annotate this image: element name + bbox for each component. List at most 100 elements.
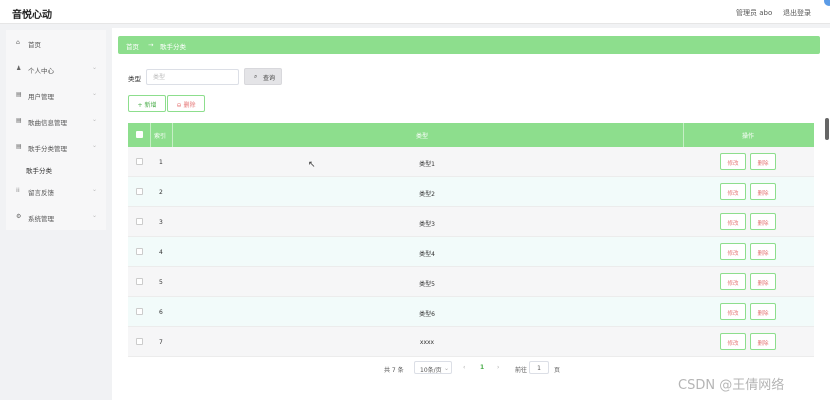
chevron-down-icon: ⌄ [92,212,98,219]
edit-button[interactable]: 修改 [720,183,746,200]
delete-button[interactable]: 删除 [750,303,776,320]
sidebar-subitem-singer-category[interactable]: 歌手分类 [26,165,52,175]
delete-button[interactable]: 删除 [750,333,776,350]
gear-icon: ⚙ [16,213,22,220]
delete-button-label: 删除 [757,221,769,227]
chevron-down-icon: ⌄ [92,64,98,71]
delete-button[interactable]: 删除 [750,153,776,170]
sidebar-item-label: 系统管理 [28,215,54,223]
scrollbar-thumb[interactable] [825,118,829,140]
row-checkbox[interactable] [136,158,143,165]
row-type: 类型4 [419,251,435,258]
pagination-total: 共 7 条 [384,367,404,374]
page-size-value: 10条/页 [420,367,442,374]
header-type: 类型 [416,133,429,140]
row-type: 类型5 [419,281,435,288]
page-suffix-label: 页 [554,367,561,374]
delete-button[interactable]: 删除 [750,183,776,200]
sidebar-item-label: 歌手分类管理 [28,145,67,153]
row-checkbox[interactable] [136,248,143,255]
row-type: xxxx [419,339,435,346]
row-checkbox[interactable] [136,338,143,345]
sidebar-item-home[interactable]: ⌂ 首页 [6,30,106,56]
delete-button-label: 删除 [757,191,769,197]
sidebar: ⌂ 首页 ♟ 个人中心 ⌄ ▤ 用户管理 ⌄ ▤ 歌曲信息管理 ⌄ ▤ 歌手分类… [6,30,106,230]
list-icon: ▤ [16,117,22,124]
edit-button[interactable]: 修改 [720,303,746,320]
page-size-select[interactable]: 10条/页 ⌄ [414,361,452,374]
sidebar-item-system[interactable]: ⚙ 系统管理 ⌄ [6,204,106,230]
row-checkbox[interactable] [136,188,143,195]
edit-button-label: 修改 [727,281,739,287]
header-index: 索引 [154,133,167,140]
row-index: 7 [159,339,163,346]
main-content: 首页 → 歌手分类 类型 ⌕ 查询 + 新增 ⊖ 删除 索引 类型 操作 1 类型… [112,28,830,400]
list-icon: ▤ [16,91,22,98]
current-page[interactable]: 1 [480,364,484,371]
sidebar-item-label: 留言反馈 [28,189,54,197]
table-header: 索引 类型 操作 [128,123,814,147]
table-row: 5 类型5 修改 删除 [128,267,814,297]
sidebar-item-users[interactable]: ▤ 用户管理 ⌄ [6,82,106,108]
add-button-label: + 新增 [137,102,157,109]
add-button[interactable]: + 新增 [128,95,166,112]
edit-button-label: 修改 [727,161,739,167]
edit-button-label: 修改 [727,251,739,257]
watermark: CSDN @王倩网络 [678,378,785,393]
breadcrumb-separator: → [148,41,154,49]
column-divider [150,123,151,147]
grid-icon: ⁞⁞ [16,187,20,194]
search-input[interactable] [146,69,239,85]
app-brand: 音悦心动 [12,10,52,21]
query-button-label: 查询 [263,75,276,82]
goto-label: 前往 [515,367,528,374]
edit-button[interactable]: 修改 [720,243,746,260]
column-divider [172,123,173,147]
prev-page-button[interactable]: ‹ [463,364,465,371]
row-index: 5 [159,279,163,286]
query-button[interactable]: ⌕ 查询 [244,68,282,85]
row-checkbox[interactable] [136,218,143,225]
header-operations: 操作 [742,133,755,140]
breadcrumb-home[interactable]: 首页 [126,41,139,51]
row-type: 类型1 [419,161,435,168]
sidebar-item-songs[interactable]: ▤ 歌曲信息管理 ⌄ [6,108,106,134]
edit-button[interactable]: 修改 [720,153,746,170]
edit-button[interactable]: 修改 [720,213,746,230]
row-type: 类型2 [419,191,435,198]
delete-button[interactable]: 删除 [750,243,776,260]
edit-button-label: 修改 [727,311,739,317]
breadcrumb-current: 歌手分类 [160,43,186,51]
batch-delete-button[interactable]: ⊖ 删除 [167,95,205,112]
delete-button[interactable]: 删除 [750,213,776,230]
row-checkbox[interactable] [136,278,143,285]
chevron-down-icon: ⌄ [92,116,98,123]
edit-button-label: 修改 [727,191,739,197]
sidebar-item-singer-category[interactable]: ▤ 歌手分类管理 ⌄ [6,134,106,160]
row-checkbox[interactable] [136,308,143,315]
delete-button-label: 删除 [757,311,769,317]
edit-button[interactable]: 修改 [720,333,746,350]
sidebar-item-profile[interactable]: ♟ 个人中心 ⌄ [6,56,106,82]
chevron-down-icon: ⌄ [444,365,450,372]
pagination: 共 7 条 10条/页 ⌄ ‹ 1 › 前往 1 页 [382,361,582,377]
next-page-button[interactable]: › [497,364,499,371]
avatar[interactable] [824,0,830,6]
table-row: 7 xxxx 修改 删除 [128,327,814,357]
row-index: 6 [159,309,163,316]
sidebar-item-feedback[interactable]: ⁞⁞ 留言反馈 ⌄ [6,178,106,204]
logout-link[interactable]: 退出登录 [783,8,811,18]
mouse-cursor-icon: ↖ [308,160,316,170]
delete-button[interactable]: 删除 [750,273,776,290]
select-all-checkbox[interactable] [136,131,143,138]
row-index: 1 [159,159,163,166]
sidebar-item-label: 歌曲信息管理 [28,119,67,127]
chevron-down-icon: ⌄ [92,90,98,97]
row-index: 2 [159,189,163,196]
sidebar-item-label: 用户管理 [28,93,54,101]
table-row: 4 类型4 修改 删除 [128,237,814,267]
page-jump-input[interactable]: 1 [529,361,549,374]
edit-button[interactable]: 修改 [720,273,746,290]
column-divider [683,123,684,147]
edit-button-label: 修改 [727,221,739,227]
